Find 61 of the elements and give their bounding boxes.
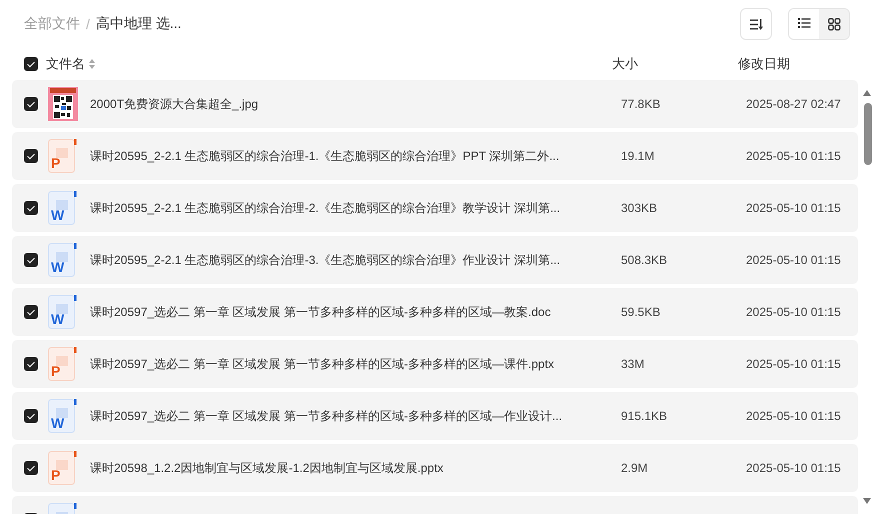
scrollbar-thumb[interactable] — [864, 103, 872, 165]
row-checkbox[interactable] — [24, 409, 38, 423]
row-checkbox[interactable] — [24, 201, 38, 215]
list-view-button[interactable] — [789, 9, 819, 39]
file-size: 303KB — [621, 201, 658, 215]
document-file-icon: W — [48, 191, 78, 225]
file-size: 77.8KB — [621, 97, 662, 111]
file-name: 课时20595_2-2.1 生态脆弱区的综合治理-3.《生态脆弱区的综合治理》作业设计 深圳第... — [90, 252, 562, 268]
row-checkbox[interactable] — [24, 357, 38, 371]
row-checkbox[interactable] — [24, 305, 38, 319]
file-row[interactable]: W 课时20595_2-2.1 生态脆弱区的综合治理-2.《生态脆弱区的综合治理》教学设计 深圳第... 303KB 2025-05-10 01:15 — [12, 184, 858, 232]
file-size: 2.9M — [621, 461, 649, 475]
breadcrumb-current: 高中地理 选... — [96, 15, 182, 33]
row-checkbox[interactable] — [24, 461, 38, 475]
list-icon — [798, 18, 810, 28]
document-file-icon: W — [48, 243, 78, 277]
column-header[interactable]: 修改日期 — [738, 55, 874, 73]
qr-thumbnail — [48, 87, 78, 121]
file-size: 59.5KB — [621, 305, 662, 319]
grid-icon — [828, 18, 840, 30]
modified-date: 2025-05-10 01:15 — [746, 357, 842, 371]
modified-date: 2025-05-10 01:15 — [746, 461, 842, 475]
file-name: 课时20597_选必二 第一章 区域发展 第一节多种多样的区域-多种多样的区域—教案.doc — [90, 304, 552, 320]
row-checkbox[interactable] — [24, 253, 38, 267]
file-size: 915.1KB — [621, 409, 668, 423]
file-row[interactable]: P 课时20597_选必二 第一章 区域发展 第一节多种多样的区域-多种多样的区域—课件.pptx 33M 2025-05-10 01:15 — [12, 340, 858, 388]
document-file-icon: W — [48, 295, 78, 329]
column-header[interactable]: 文件名 — [46, 55, 85, 73]
row-checkbox[interactable] — [24, 149, 38, 163]
modified-date: 2025-05-10 01:15 — [746, 253, 842, 267]
slides-file-icon: P — [48, 139, 78, 173]
file-size: 33M — [621, 357, 646, 371]
modified-date: 2025-05-10 01:15 — [746, 305, 842, 319]
slides-file-icon: P — [48, 347, 78, 381]
file-name: 课时20597_选必二 第一章 区域发展 第一节多种多样的区域-多种多样的区域—作业设计... — [90, 408, 564, 424]
row-checkbox[interactable] — [24, 97, 38, 111]
file-row[interactable]: W 课时20595_2-2.1 生态脆弱区的综合治理-3.《生态脆弱区的综合治理》作业设计 深圳第... 508.3KB 2025-05-10 01:15 — [12, 236, 858, 284]
document-file-icon: W — [48, 399, 78, 433]
file-row[interactable]: W 课时20597_选必二 第一章 区域发展 第一节多种多样的区域-多种多样的区域—作业设计... 915.1KB 2025-05-10 01:15 — [12, 392, 858, 440]
file-size: 19.1M — [621, 149, 656, 163]
modified-date: 2025-05-10 01:15 — [746, 201, 842, 215]
column-header[interactable]: 大小 — [612, 55, 738, 73]
file-row[interactable]: P 课时20595_2-2.1 生态脆弱区的综合治理-1.《生态脆弱区的综合治理》PPT 深圳第二外... 19.1M 2025-05-10 01:15 — [12, 132, 858, 180]
slides-file-icon: P — [48, 451, 78, 485]
sort-icon — [750, 18, 762, 30]
file-name: 课时20598_1.2.2因地制宜与区域发展-1.2因地制宜与区域发展.pptx — [90, 460, 444, 476]
file-name: 2000T免费资源大合集超全_.jpg — [90, 96, 260, 112]
modified-date: 2025-08-27 02:47 — [746, 97, 842, 111]
select-all-checkbox[interactable] — [24, 57, 38, 71]
sort-arrows-icon — [89, 59, 95, 69]
file-name: 课时20595_2-2.1 生态脆弱区的综合治理-1.《生态脆弱区的综合治理》PPT 深圳第二外... — [90, 148, 560, 164]
file-row[interactable]: 2000T免费资源大合集超全_.jpg 77.8KB 2025-08-27 02:47 — [12, 80, 858, 128]
file-name: 课时20595_2-2.1 生态脆弱区的综合治理-2.《生态脆弱区的综合治理》教学设计 深圳第... — [90, 200, 562, 216]
breadcrumb-separator: / — [86, 16, 90, 32]
file-row[interactable]: P 课时20598_1.2.2因地制宜与区域发展-1.2因地制宜与区域发展.pptx 2.9M 2025-05-10 01:15 — [12, 444, 858, 492]
file-name: 课时20597_选必二 第一章 区域发展 第一节多种多样的区域-多种多样的区域—课件.pptx — [90, 356, 556, 372]
modified-date: 2025-05-10 01:15 — [746, 149, 842, 163]
modified-date: 2025-05-10 01:15 — [746, 409, 842, 423]
sort-button[interactable] — [740, 8, 772, 40]
file-size: 508.3KB — [621, 253, 668, 267]
file-row[interactable]: W 课时20597_选必二 第一章 区域发展 第一节多种多样的区域-多种多样的区域—教案.doc 59.5KB 2025-05-10 01:15 — [12, 288, 858, 336]
